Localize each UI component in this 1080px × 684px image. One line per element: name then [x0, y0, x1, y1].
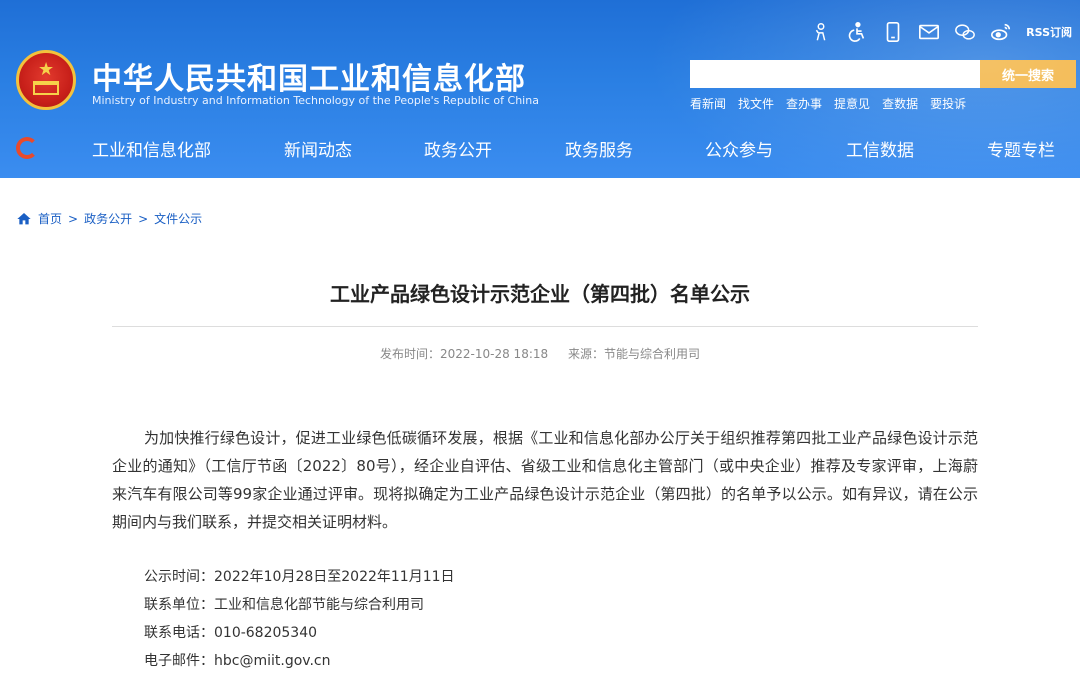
elder-mode-icon[interactable] [810, 21, 832, 43]
nav-item-data[interactable]: 工信数据 [846, 136, 914, 161]
mail-icon[interactable] [918, 21, 940, 43]
breadcrumb-separator: > [138, 211, 149, 226]
article-paragraph: 为加快推行绿色设计，促进工业绿色低碳循环发展，根据《工业和信息化部办公厅关于组织… [112, 429, 978, 531]
breadcrumb-file-notice[interactable]: 文件公示 [154, 210, 202, 227]
contact-email: 电子邮件：hbc@miit.gov.cn [144, 653, 331, 669]
contact-unit: 联系单位：工业和信息化部节能与综合利用司 [144, 597, 424, 613]
article-meta: 发布时间：2022-10-28 18:18 来源：节能与综合利用司 [0, 345, 1080, 362]
nav-item-participation[interactable]: 公众参与 [705, 136, 773, 161]
header-tools: RSS订阅 [810, 18, 1072, 46]
breadcrumb-home[interactable]: 首页 [38, 210, 62, 227]
nav-item-services[interactable]: 政务服务 [565, 136, 633, 161]
publish-time: 发布时间：2022-10-28 18:18 [380, 347, 549, 361]
notice-period: 公示时间：2022年10月28日至2022年11月11日 [144, 569, 455, 585]
main-nav: 工业和信息化部 新闻动态 政务公开 政务服务 公众参与 工信数据 专题专栏 [0, 128, 1080, 168]
breadcrumb: 首页 > 政务公开 > 文件公示 [16, 210, 202, 227]
quick-link-data[interactable]: 查数据 [882, 95, 918, 112]
wechat-icon[interactable] [954, 21, 976, 43]
nav-item-ministry[interactable]: 工业和信息化部 [92, 136, 211, 161]
search-input[interactable] [690, 60, 980, 88]
national-emblem[interactable]: ★ [16, 50, 76, 110]
breadcrumb-gov-affairs[interactable]: 政务公开 [84, 210, 132, 227]
quick-links: 看新闻 找文件 查办事 提意见 查数据 要投诉 [690, 95, 966, 112]
emblem-gate [33, 81, 59, 95]
weibo-icon[interactable] [990, 21, 1012, 43]
quick-link-news[interactable]: 看新闻 [690, 95, 726, 112]
home-icon[interactable] [16, 211, 32, 227]
article-source: 来源：节能与综合利用司 [567, 347, 700, 361]
site-title[interactable]: 中华人民共和国工业和信息化部 [92, 54, 526, 98]
quick-link-files[interactable]: 找文件 [738, 95, 774, 112]
rss-link[interactable]: RSS订阅 [1026, 24, 1072, 40]
quick-link-complaint[interactable]: 要投诉 [930, 95, 966, 112]
quick-link-feedback[interactable]: 提意见 [834, 95, 870, 112]
site-header: ★ 中华人民共和国工业和信息化部 Ministry of Industry an… [0, 0, 1080, 178]
nav-item-topics[interactable]: 专题专栏 [987, 136, 1055, 161]
accessibility-icon[interactable] [846, 21, 868, 43]
search-button[interactable]: 统一搜索 [980, 60, 1076, 88]
nav-item-news[interactable]: 新闻动态 [284, 136, 352, 161]
title-divider [112, 326, 978, 327]
breadcrumb-separator: > [68, 211, 79, 226]
article-title: 工业产品绿色设计示范企业（第四批）名单公示 [330, 282, 750, 306]
nav-item-gov-affairs[interactable]: 政务公开 [424, 136, 492, 161]
contact-phone: 联系电话：010-68205340 [144, 625, 318, 641]
miit-logo-icon[interactable] [16, 137, 38, 159]
site-subtitle: Ministry of Industry and Information Tec… [92, 94, 539, 107]
mobile-icon[interactable] [882, 21, 904, 43]
quick-link-services[interactable]: 查办事 [786, 95, 822, 112]
emblem-star: ★ [38, 59, 55, 80]
